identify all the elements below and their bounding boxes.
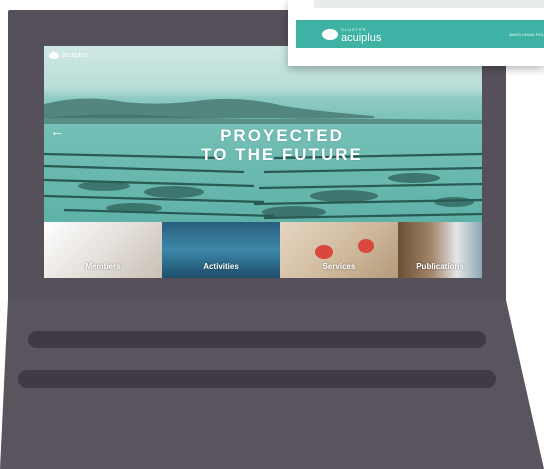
tile-members[interactable]: Members	[44, 222, 162, 278]
header-bar: CLUSTER acuiplus AVISO LEGAL POL	[296, 20, 544, 48]
category-tiles: Members Activities Services Publications	[44, 222, 482, 278]
hero-banner: acuiplus PROJECTS ABOUT CONTACT ← PROYEC…	[44, 46, 482, 222]
site-logo[interactable]: acuiplus	[49, 52, 88, 59]
fish-logo-icon	[322, 28, 338, 40]
logo-text: acuiplus	[62, 52, 88, 59]
tile-activities[interactable]: Activities	[162, 222, 280, 278]
tile-publications[interactable]: Publications	[398, 222, 482, 278]
header-links[interactable]: AVISO LEGAL POL	[509, 32, 544, 37]
logo-big-text: acuiplus	[341, 32, 382, 44]
tile-label: Members	[85, 262, 121, 271]
header-preview-card: CLUSTER acuiplus AVISO LEGAL POL	[288, 0, 544, 66]
tile-label: Activities	[203, 262, 239, 271]
arrow-left-icon[interactable]: ←	[50, 124, 64, 138]
laptop-base	[0, 300, 544, 469]
hero-title-line2: TO THE FUTURE	[201, 145, 363, 164]
tile-label: Publications	[416, 262, 464, 271]
tile-label: Services	[322, 262, 356, 271]
tile-services[interactable]: Services	[280, 222, 398, 278]
hero-title: PROYECTED TO THE FUTURE	[172, 126, 392, 164]
header-logo[interactable]: CLUSTER acuiplus	[322, 26, 382, 44]
hero-title-line1: PROYECTED	[220, 126, 344, 145]
laptop-screen: acuiplus PROJECTS ABOUT CONTACT ← PROYEC…	[44, 46, 482, 278]
fish-logo-icon	[49, 52, 59, 59]
card-top-strip	[314, 0, 544, 8]
